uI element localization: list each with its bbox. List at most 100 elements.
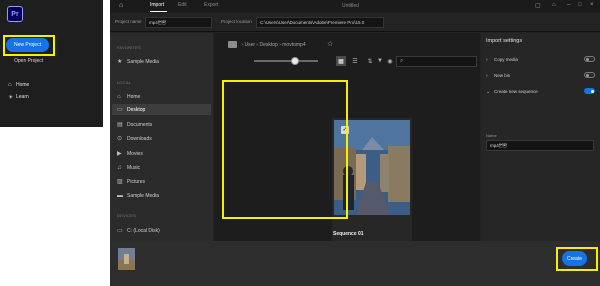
- devices-header: DEVICES: [117, 213, 136, 218]
- nav-item-home[interactable]: ⌂ Home: [0, 79, 103, 91]
- sort-icon[interactable]: ⇅: [365, 56, 375, 66]
- nav-item-learn[interactable]: ☀ Learn: [0, 91, 103, 103]
- copy-media-toggle[interactable]: [584, 56, 595, 62]
- home-panel: Pr New Project Open Project ⌂ Home ☀ Lea…: [0, 0, 103, 127]
- sidebar-item-label: Sample Media: [127, 192, 159, 199]
- home-icon: ⌂: [8, 82, 12, 88]
- selected-media-thumbnail[interactable]: [118, 248, 135, 270]
- tab-edit[interactable]: Edit: [178, 2, 187, 8]
- sidebar-item-sample-media[interactable]: ★ Sample Media: [117, 56, 211, 67]
- breadcrumb-separator: ›: [279, 41, 281, 48]
- tab-import[interactable]: Import: [150, 2, 164, 8]
- filter-icon[interactable]: ▼: [375, 56, 385, 66]
- project-name-field[interactable]: mp4변환: [145, 17, 212, 28]
- pictures-icon: ▨: [117, 179, 123, 185]
- new-project-dialog: ⌂ Import Edit Export Untitled ▢ ⌂ – □ × …: [110, 0, 600, 286]
- sidebar-item-music[interactable]: ♫ Music: [117, 162, 211, 173]
- project-name-label: Project name: [115, 19, 142, 24]
- thumbnail-size-slider[interactable]: [254, 57, 318, 65]
- breadcrumb-item[interactable]: Desktop: [259, 42, 277, 48]
- media-title: Sequence 01: [333, 231, 364, 237]
- title-bar: ⌂ Import Edit Export Untitled ▢ ⌂ – □ ×: [110, 0, 600, 13]
- nav-item-label: Learn: [16, 94, 29, 100]
- home-icon[interactable]: ⌂: [119, 2, 123, 9]
- project-row: Project name mp4변환 Project location C:\U…: [110, 14, 600, 32]
- window-title: Untitled: [342, 3, 359, 9]
- new-bin-row[interactable]: › New bin: [486, 70, 595, 81]
- settings-title: Import settings: [486, 38, 523, 44]
- highlight-box: [222, 80, 348, 219]
- grid-view-icon[interactable]: ▦: [336, 56, 346, 66]
- sidebar-item-label: Home: [127, 93, 141, 100]
- sidebar-item-pictures[interactable]: ▨ Pictures: [117, 176, 211, 187]
- sidebar-item-label: Desktop: [127, 106, 146, 113]
- downloads-icon: ⊙: [117, 136, 123, 142]
- documents-icon: ▤: [117, 122, 123, 128]
- learn-icon: ☀: [8, 94, 14, 101]
- workspace-icon[interactable]: ▢: [535, 2, 541, 9]
- breadcrumb: › User › Desktop › movtomp4: [228, 41, 306, 48]
- import-settings-panel: Import settings › Copy media › New bin ⌄…: [481, 33, 600, 241]
- favorite-star-icon[interactable]: ☆: [327, 40, 333, 48]
- screenshot-root: Pr New Project Open Project ⌂ Home ☀ Lea…: [0, 0, 600, 286]
- movies-icon: ▶: [117, 151, 122, 157]
- new-bin-label: New bin: [494, 73, 511, 78]
- home-icon: ⌂: [117, 93, 121, 100]
- copy-media-label: Copy media: [494, 57, 519, 62]
- nav-item-label: Home: [16, 82, 30, 88]
- sidebar-item-label: Downloads: [127, 135, 152, 142]
- sidebar-item-label: Movies: [127, 150, 143, 157]
- chevron-right-icon: ›: [486, 72, 488, 79]
- sidebar-item-label: Music: [127, 164, 141, 171]
- premiere-logo: Pr: [7, 6, 23, 22]
- local-header: LOCAL: [117, 80, 132, 85]
- project-location-field[interactable]: C:\Users\User\Documents\Adobe\Premiere P…: [256, 17, 384, 28]
- sidebar-item-documents[interactable]: ▤ Documents: [117, 119, 211, 130]
- breadcrumb-separator: ›: [256, 41, 259, 48]
- close-icon[interactable]: ×: [590, 2, 594, 8]
- sidebar-item-label: Sample Media: [127, 58, 159, 65]
- sidebar-item-movies[interactable]: ▶ Movies: [117, 148, 211, 159]
- search-icon: ⌕: [400, 58, 404, 64]
- folder-icon: ▬: [117, 192, 123, 199]
- disk-icon: ▭: [117, 228, 123, 234]
- breadcrumb-item[interactable]: movtomp4: [282, 42, 305, 48]
- project-location-label: Project location: [221, 19, 252, 24]
- home-nav: ⌂ Home ☀ Learn: [0, 79, 103, 103]
- sidebar-item-desktop[interactable]: ▭ Desktop: [112, 104, 211, 115]
- chevron-right-icon: ›: [486, 56, 488, 63]
- location-sidebar: FAVORITES ★ Sample Media LOCAL ⌂ Home ▭ …: [110, 33, 213, 241]
- maximize-icon[interactable]: □: [578, 2, 582, 8]
- sidebar-item-downloads[interactable]: ⊙ Downloads: [117, 133, 211, 144]
- list-view-icon[interactable]: ☰: [350, 56, 360, 66]
- footer-bar: Create: [110, 241, 600, 286]
- breadcrumb-separator: ›: [241, 41, 244, 48]
- sidebar-item-home[interactable]: ⌂ Home: [117, 91, 211, 102]
- star-icon: ★: [117, 59, 123, 65]
- sidebar-item-local-disk[interactable]: ▭ C: (Local Disk): [117, 225, 211, 236]
- highlight-box: [3, 35, 55, 56]
- tab-export[interactable]: Export: [204, 2, 218, 8]
- bell-icon[interactable]: ⌂: [552, 2, 556, 8]
- sequence-name-field[interactable]: mp4변환: [486, 140, 594, 151]
- sidebar-item-sample-media-folder[interactable]: ▬ Sample Media: [117, 190, 211, 201]
- breadcrumb-item[interactable]: User: [244, 42, 255, 48]
- folder-icon: [228, 41, 237, 48]
- create-sequence-row[interactable]: ⌄ Create new sequence: [486, 86, 595, 97]
- slider-knob[interactable]: [291, 57, 299, 65]
- create-sequence-label: Create new sequence: [494, 89, 538, 94]
- minimize-icon[interactable]: –: [567, 2, 570, 8]
- active-tab-indicator: [150, 11, 167, 12]
- copy-media-row[interactable]: › Copy media: [486, 54, 595, 65]
- view-eye-icon[interactable]: ◉: [385, 56, 395, 66]
- search-input[interactable]: ⌕: [396, 56, 477, 67]
- chevron-down-icon: ⌄: [486, 88, 491, 95]
- new-bin-toggle[interactable]: [584, 72, 595, 78]
- sequence-name-label: Name: [486, 133, 497, 138]
- sidebar-item-label: Documents: [127, 121, 153, 128]
- music-icon: ♫: [117, 164, 122, 171]
- highlight-box: [556, 247, 598, 271]
- create-sequence-toggle[interactable]: [584, 88, 595, 94]
- sidebar-item-label: Pictures: [127, 178, 146, 185]
- open-project-button[interactable]: Open Project: [14, 58, 43, 64]
